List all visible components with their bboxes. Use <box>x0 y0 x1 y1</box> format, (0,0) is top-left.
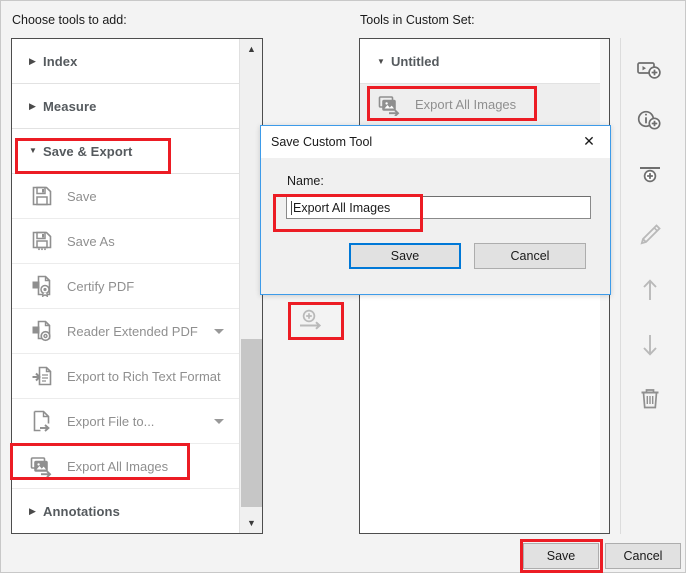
tool-item-label: Export to Rich Text Format <box>67 368 221 384</box>
tool-group-label: Save & Export <box>43 143 133 159</box>
save-as-icon <box>29 228 55 254</box>
delete-button[interactable] <box>633 382 667 416</box>
custom-set-group-untitled[interactable]: ▼ Untitled <box>360 39 600 84</box>
tool-group-index[interactable]: ▶ Index <box>12 39 240 84</box>
close-icon[interactable]: ✕ <box>568 126 610 158</box>
custom-tool-editor-window: Choose tools to add: Tools in Custom Set… <box>0 0 686 573</box>
certify-pdf-icon <box>29 273 55 299</box>
move-up-icon <box>639 277 661 303</box>
tools-in-custom-set-caption: Tools in Custom Set: <box>360 13 475 27</box>
custom-set-item-export-all-images[interactable]: Export All Images <box>360 84 600 125</box>
chevron-right-icon: ▶ <box>29 505 36 516</box>
tool-item-label: Save <box>67 188 97 204</box>
chevron-down-icon: ▼ <box>377 56 385 66</box>
tool-item-export-file-to[interactable]: Export File to... <box>12 399 240 444</box>
export-file-icon <box>29 408 55 434</box>
tool-group-label: Measure <box>43 98 97 114</box>
choose-tools-caption: Choose tools to add: <box>12 13 127 27</box>
chevron-right-icon: ▶ <box>29 100 36 111</box>
add-button-icon <box>636 59 664 83</box>
move-up-button[interactable] <box>633 273 667 307</box>
reader-extended-pdf-icon <box>29 318 55 344</box>
cancel-button[interactable]: Cancel <box>605 543 681 569</box>
tool-item-certify-pdf[interactable]: Certify PDF <box>12 264 240 309</box>
chevron-down-icon[interactable] <box>214 419 224 424</box>
name-input[interactable]: Export All Images <box>286 196 591 219</box>
edit-button[interactable] <box>633 218 667 252</box>
text-caret <box>291 200 292 215</box>
custom-set-group-label: Untitled <box>391 53 440 69</box>
tool-group-measure[interactable]: ▶ Measure <box>12 84 240 129</box>
tool-group-annotations[interactable]: ▶ Annotations <box>12 489 240 533</box>
choose-tools-list-panel: ▶ Index ▶ Measure ▼ Save & Export Save S… <box>11 38 263 534</box>
name-label: Name: <box>287 174 324 188</box>
choose-tools-scrollbar[interactable]: ▲ ▼ <box>239 39 262 533</box>
chevron-down-icon[interactable] <box>214 329 224 334</box>
dialog-body: Name: Export All Images Save Cancel <box>261 158 610 296</box>
tool-item-save[interactable]: Save <box>12 174 240 219</box>
delete-icon <box>637 386 663 412</box>
dialog-titlebar: Save Custom Tool ✕ <box>261 126 610 158</box>
scroll-up-icon[interactable]: ▲ <box>240 39 262 59</box>
add-instruction-icon <box>636 109 664 133</box>
tool-item-label: Certify PDF <box>67 278 135 294</box>
scroll-down-icon[interactable]: ▼ <box>240 513 262 533</box>
tool-item-reader-extended-pdf[interactable]: Reader Extended PDF <box>12 309 240 354</box>
add-to-set-button[interactable] <box>287 304 335 337</box>
add-divider-icon <box>636 162 664 186</box>
move-down-icon <box>639 332 661 358</box>
chevron-down-icon: ▼ <box>29 146 37 155</box>
scrollbar-thumb[interactable] <box>241 339 262 507</box>
add-button-button[interactable] <box>633 54 667 88</box>
custom-set-actions-toolbar <box>620 38 678 534</box>
save-custom-tool-dialog: Save Custom Tool ✕ Name: Export All Imag… <box>260 125 611 295</box>
export-all-images-icon <box>29 453 55 479</box>
tool-item-export-all-images[interactable]: Export All Images <box>12 444 240 489</box>
tool-group-label: Index <box>43 53 78 69</box>
custom-set-item-label: Export All Images <box>415 97 517 112</box>
tool-item-label: Reader Extended PDF <box>67 323 198 339</box>
save-icon <box>29 183 55 209</box>
add-instruction-button[interactable] <box>633 104 667 138</box>
dialog-save-button[interactable]: Save <box>349 243 461 269</box>
chevron-right-icon: ▶ <box>29 55 36 66</box>
edit-icon <box>637 222 663 248</box>
add-divider-button[interactable] <box>633 157 667 191</box>
dialog-cancel-button[interactable]: Cancel <box>474 243 586 269</box>
tool-item-save-as[interactable]: Save As <box>12 219 240 264</box>
move-down-button[interactable] <box>633 328 667 362</box>
name-input-value: Export All Images <box>293 200 391 215</box>
tool-item-label: Export All Images <box>67 458 169 474</box>
tool-group-label: Annotations <box>43 503 120 519</box>
dialog-title: Save Custom Tool <box>271 135 373 149</box>
save-button[interactable]: Save <box>523 543 599 569</box>
tool-group-save-and-export[interactable]: ▼ Save & Export <box>12 129 240 174</box>
add-to-set-arrow-icon <box>296 308 326 334</box>
export-all-images-icon <box>377 92 403 118</box>
tool-item-label: Export File to... <box>67 413 155 429</box>
choose-tools-list: ▶ Index ▶ Measure ▼ Save & Export Save S… <box>12 39 240 533</box>
export-rtf-icon <box>29 363 55 389</box>
tool-item-label: Save As <box>67 233 115 249</box>
tool-item-export-to-rich-text-format[interactable]: Export to Rich Text Format <box>12 354 240 399</box>
